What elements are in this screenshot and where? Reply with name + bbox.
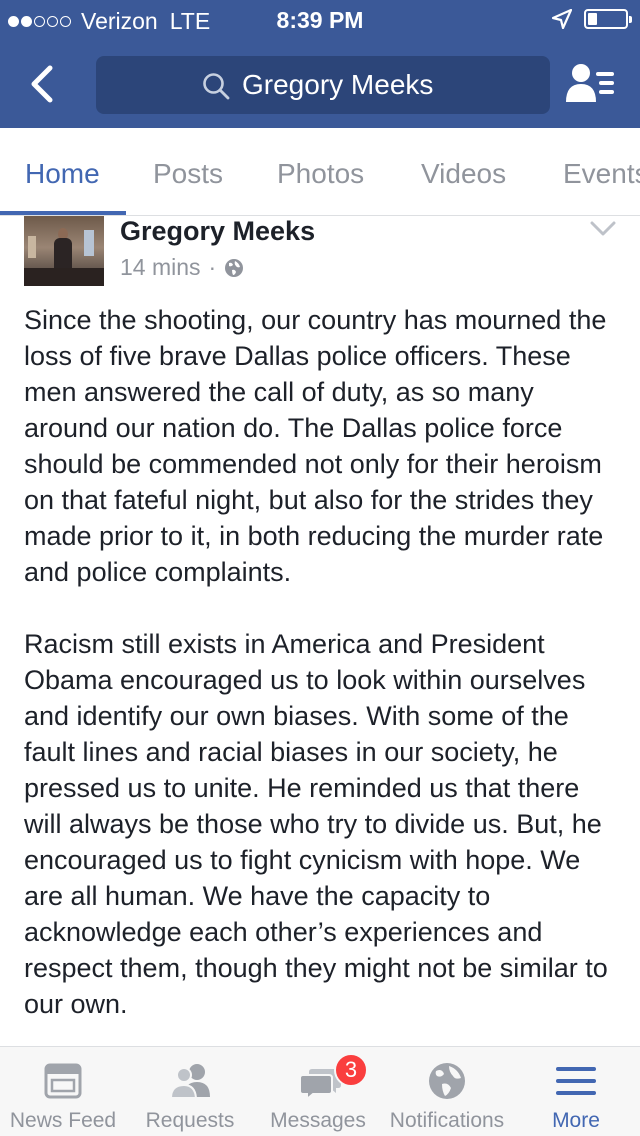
post-meta: 14 mins ·: [120, 254, 244, 281]
back-chevron-icon: [31, 65, 53, 103]
avatar-detail: [24, 268, 104, 286]
tab-posts[interactable]: Posts: [153, 158, 223, 190]
news-feed-icon: [44, 1063, 82, 1099]
post-paragraph: Since the shooting, our country has mour…: [24, 305, 607, 587]
tab-photos[interactable]: Photos: [277, 158, 364, 190]
tab-messages[interactable]: 3 Messages: [254, 1047, 382, 1136]
bottom-tab-bar: News Feed Requests 3 Messages Notificati…: [0, 1046, 640, 1136]
hamburger-menu-icon: [556, 1067, 596, 1095]
post-timestamp[interactable]: 14 mins: [120, 254, 201, 281]
location-arrow-icon: [552, 9, 572, 29]
meta-separator: ·: [208, 254, 217, 280]
battery-level: [588, 13, 597, 25]
avatar-detail: [28, 236, 36, 258]
tab-home[interactable]: Home: [25, 158, 100, 190]
tab-news-feed[interactable]: News Feed: [0, 1047, 126, 1136]
search-icon: [203, 73, 230, 100]
tab-label: Requests: [145, 1109, 235, 1132]
tab-notifications[interactable]: Notifications: [382, 1047, 512, 1136]
post-options-chevron-icon[interactable]: [590, 220, 616, 238]
globe-icon: [225, 258, 244, 277]
tab-more[interactable]: More: [512, 1047, 640, 1136]
tab-events[interactable]: Events: [563, 158, 640, 190]
post-header: Gregory Meeks 14 mins ·: [0, 216, 640, 296]
tab-requests[interactable]: Requests: [126, 1047, 254, 1136]
status-right: [552, 9, 632, 29]
avatar-detail: [54, 238, 72, 268]
page-tabs: Home Posts Photos Videos Events: [0, 128, 640, 216]
friend-requests-icon: [169, 1064, 210, 1099]
nav-bar: Gregory Meeks: [0, 40, 640, 128]
tab-videos[interactable]: Videos: [421, 158, 506, 190]
search-box[interactable]: Gregory Meeks: [96, 56, 550, 114]
battery-icon: [584, 9, 632, 29]
post-body: Since the shooting, our country has mour…: [24, 302, 624, 1058]
avatar[interactable]: [24, 216, 104, 286]
status-bar: Verizon LTE 8:39 PM: [0, 0, 640, 40]
tab-label: News Feed: [9, 1109, 117, 1132]
profile-list-icon: [566, 64, 614, 102]
battery-tip: [629, 16, 632, 23]
post-author[interactable]: Gregory Meeks: [120, 216, 315, 247]
active-tab-indicator: [0, 211, 126, 215]
tab-label: Notifications: [389, 1109, 505, 1132]
profile-menu-button[interactable]: [566, 62, 618, 106]
post-paragraph: Racism still exists in America and Presi…: [24, 629, 608, 1019]
search-query: Gregory Meeks: [242, 69, 434, 100]
tab-label: Messages: [270, 1109, 366, 1132]
globe-icon: [429, 1063, 465, 1099]
messages-badge: 3: [334, 1053, 368, 1087]
back-button[interactable]: [22, 62, 66, 106]
tab-label: More: [552, 1109, 600, 1132]
status-time: 8:39 PM: [276, 7, 364, 33]
avatar-detail: [84, 230, 94, 256]
